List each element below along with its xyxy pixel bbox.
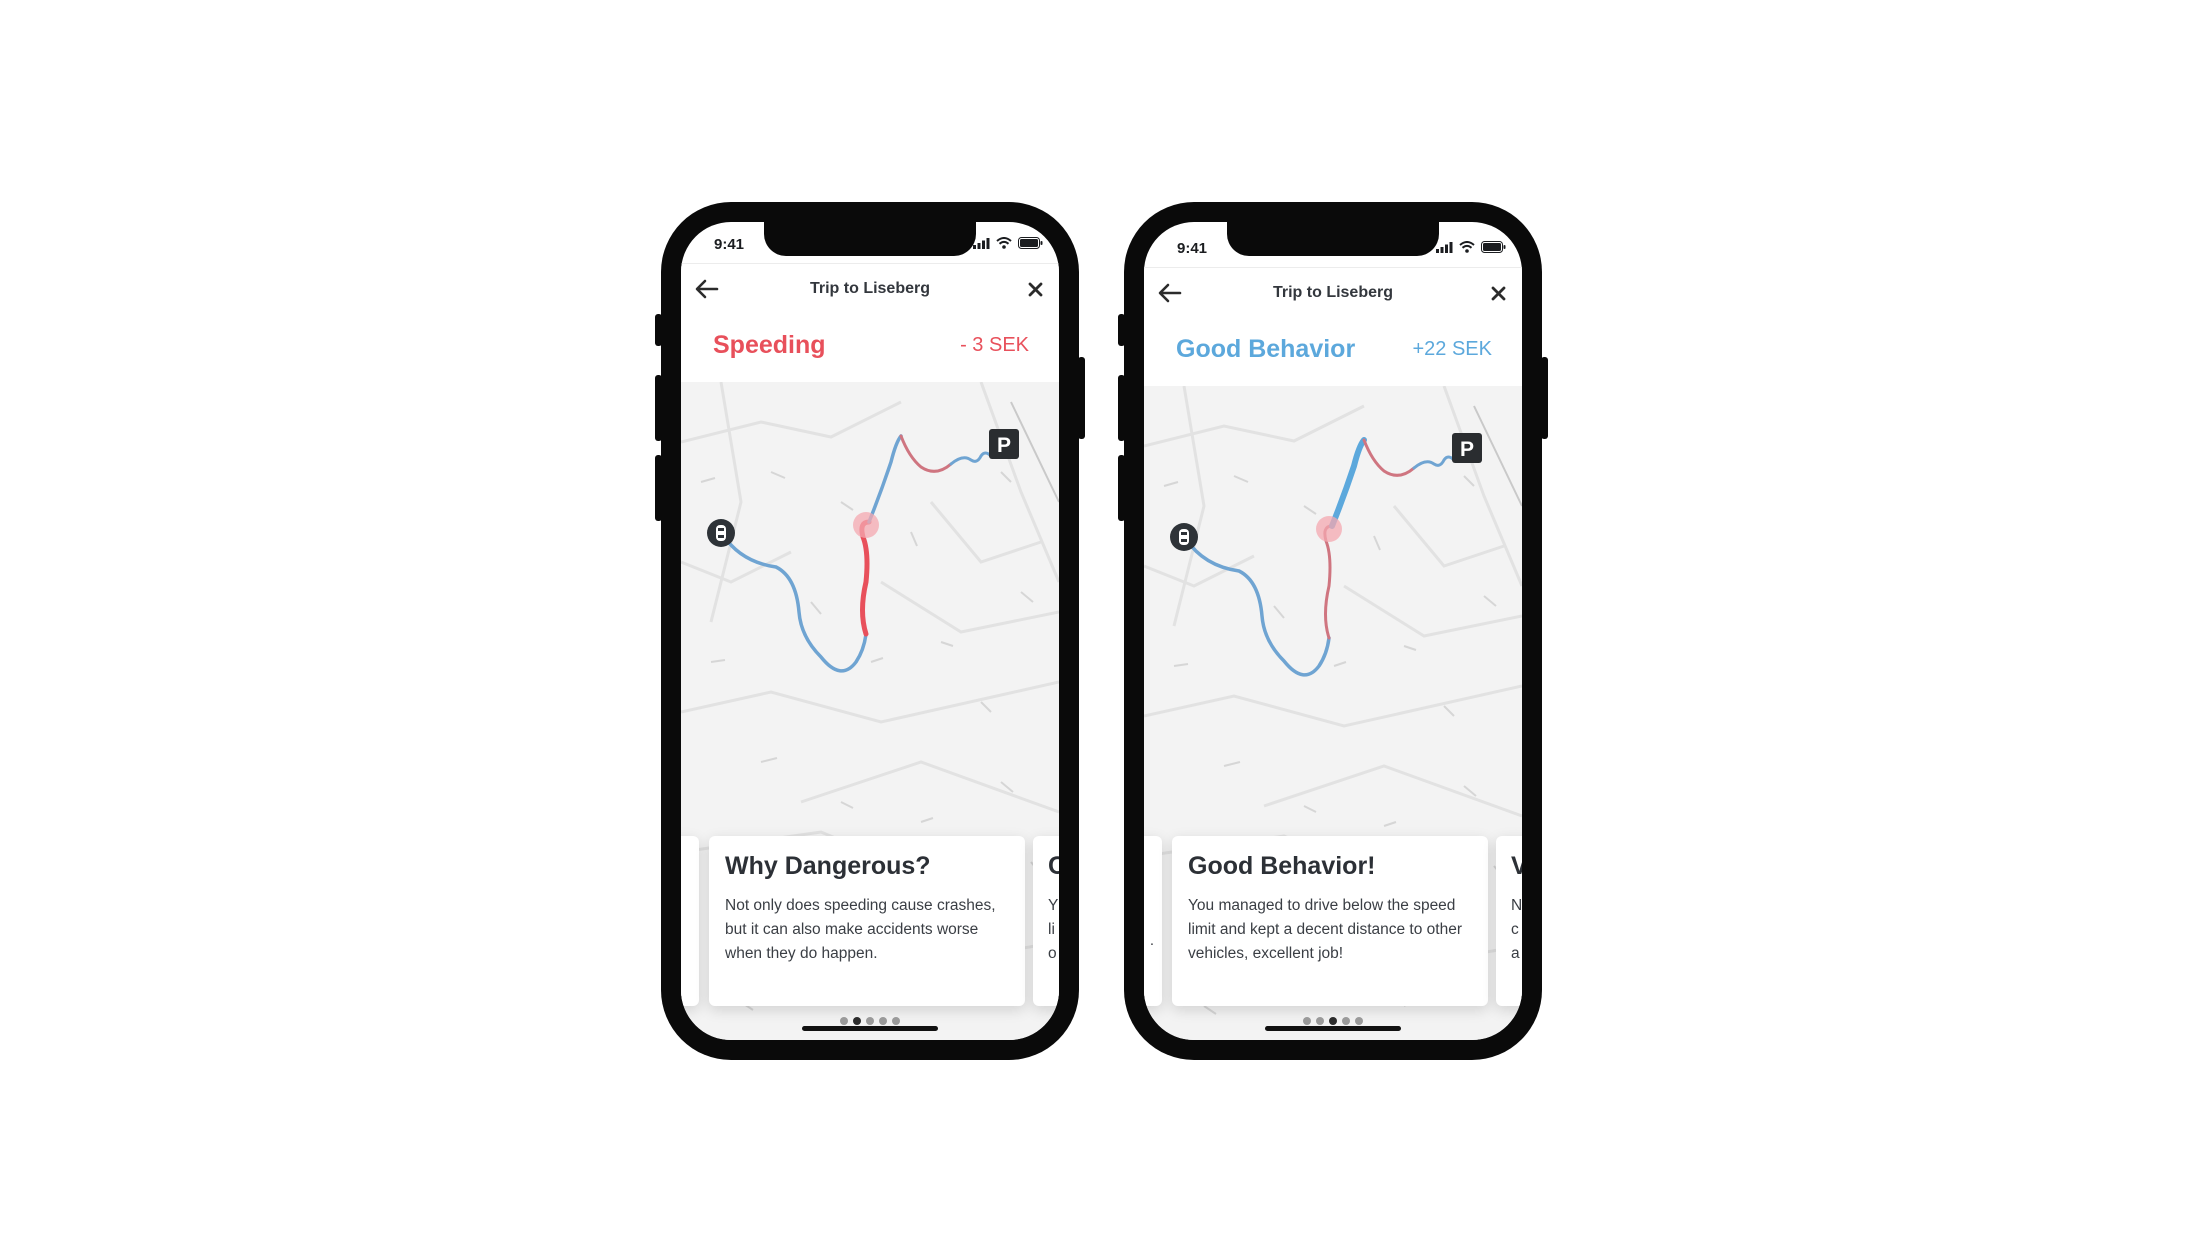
page-indicator <box>1144 1017 1522 1025</box>
event-title: Speeding <box>713 331 826 359</box>
card-title: Good Behavior! <box>1188 852 1376 880</box>
home-indicator[interactable] <box>802 1026 938 1031</box>
event-marker[interactable] <box>1316 516 1342 542</box>
phone-speeding: 9:41 Trip to Liseberg Speeding - 3 SEK P… <box>655 202 1085 1060</box>
svg-text:P: P <box>1460 438 1474 461</box>
nav-title: Trip to Liseberg <box>1272 284 1393 301</box>
svg-text:P: P <box>997 434 1011 457</box>
signal-icon <box>1436 241 1453 253</box>
next-card-body: Y li o <box>1048 897 1059 962</box>
notch <box>1227 222 1439 256</box>
power-button <box>1541 357 1548 439</box>
page-dot[interactable] <box>892 1017 900 1025</box>
battery-icon <box>1018 237 1043 249</box>
page-dot[interactable] <box>879 1017 887 1025</box>
card-body: Not only does speeding cause crashes, bu… <box>725 897 996 962</box>
event-amount: - 3 SEK <box>960 334 1029 356</box>
mute-switch <box>1118 314 1125 346</box>
event-header: Speeding - 3 SEK <box>681 314 1059 382</box>
event-header: Good Behavior +22 SEK <box>1144 318 1522 386</box>
car-icon[interactable] <box>707 519 735 547</box>
page-dot[interactable] <box>1342 1017 1350 1025</box>
power-button <box>1078 357 1085 439</box>
volume-down-button <box>655 455 662 521</box>
phone-screen: 9:41 <box>1144 222 1522 1040</box>
card-title: Why Dangerous? <box>725 852 931 880</box>
card-previous[interactable]: . <box>1144 836 1162 1006</box>
volume-up-button <box>655 375 662 441</box>
next-card-body: N c a <box>1511 897 1522 962</box>
wifi-icon <box>996 237 1012 249</box>
page-dot[interactable] <box>1303 1017 1311 1025</box>
page-dot-active[interactable] <box>853 1017 861 1025</box>
battery-icon <box>1481 241 1506 253</box>
wifi-icon <box>1459 241 1475 253</box>
page-dot[interactable] <box>1355 1017 1363 1025</box>
page-indicator <box>681 1017 1059 1025</box>
car-icon[interactable] <box>1170 523 1198 551</box>
status-icons <box>1436 241 1506 253</box>
card-next[interactable]: V N c a <box>1496 836 1522 1006</box>
close-icon[interactable] <box>1491 286 1506 301</box>
page-dot[interactable] <box>840 1017 848 1025</box>
info-card[interactable]: Why Dangerous? Not only does speeding ca… <box>709 836 1025 1006</box>
home-indicator[interactable] <box>1265 1026 1401 1031</box>
parking-icon[interactable]: P <box>1452 433 1482 463</box>
volume-down-button <box>1118 455 1125 521</box>
nav-bar: Trip to Liseberg <box>681 263 1059 315</box>
status-icons <box>973 237 1043 249</box>
close-icon[interactable] <box>1028 282 1043 297</box>
card-body: You managed to drive below the speed lim… <box>1188 897 1462 962</box>
status-time: 9:41 <box>1177 240 1208 257</box>
page-dot[interactable] <box>866 1017 874 1025</box>
phone-screen: 9:41 <box>681 222 1059 1040</box>
card-previous[interactable] <box>681 836 699 1006</box>
prev-card-text: . <box>1149 932 1154 949</box>
page-dot-active[interactable] <box>1329 1017 1337 1025</box>
mute-switch <box>655 314 662 346</box>
signal-icon <box>973 237 990 249</box>
nav-title: Trip to Liseberg <box>809 280 930 297</box>
card-next[interactable]: C Y li o <box>1033 836 1059 1006</box>
nav-bar: Trip to Liseberg <box>1144 267 1522 319</box>
page-dot[interactable] <box>1316 1017 1324 1025</box>
event-amount: +22 SEK <box>1412 338 1492 360</box>
event-title: Good Behavior <box>1176 335 1356 363</box>
phone-good-behavior: 9:41 Trip to Liseberg Good Behavior +22 … <box>1118 202 1548 1060</box>
notch <box>764 222 976 256</box>
info-card[interactable]: Good Behavior! You managed to drive belo… <box>1172 836 1488 1006</box>
speeding-marker[interactable] <box>853 512 879 538</box>
volume-up-button <box>1118 375 1125 441</box>
next-card-title: C <box>1048 852 1059 880</box>
parking-icon[interactable]: P <box>989 429 1019 459</box>
next-card-title: V <box>1511 852 1522 880</box>
status-time: 9:41 <box>714 236 745 253</box>
